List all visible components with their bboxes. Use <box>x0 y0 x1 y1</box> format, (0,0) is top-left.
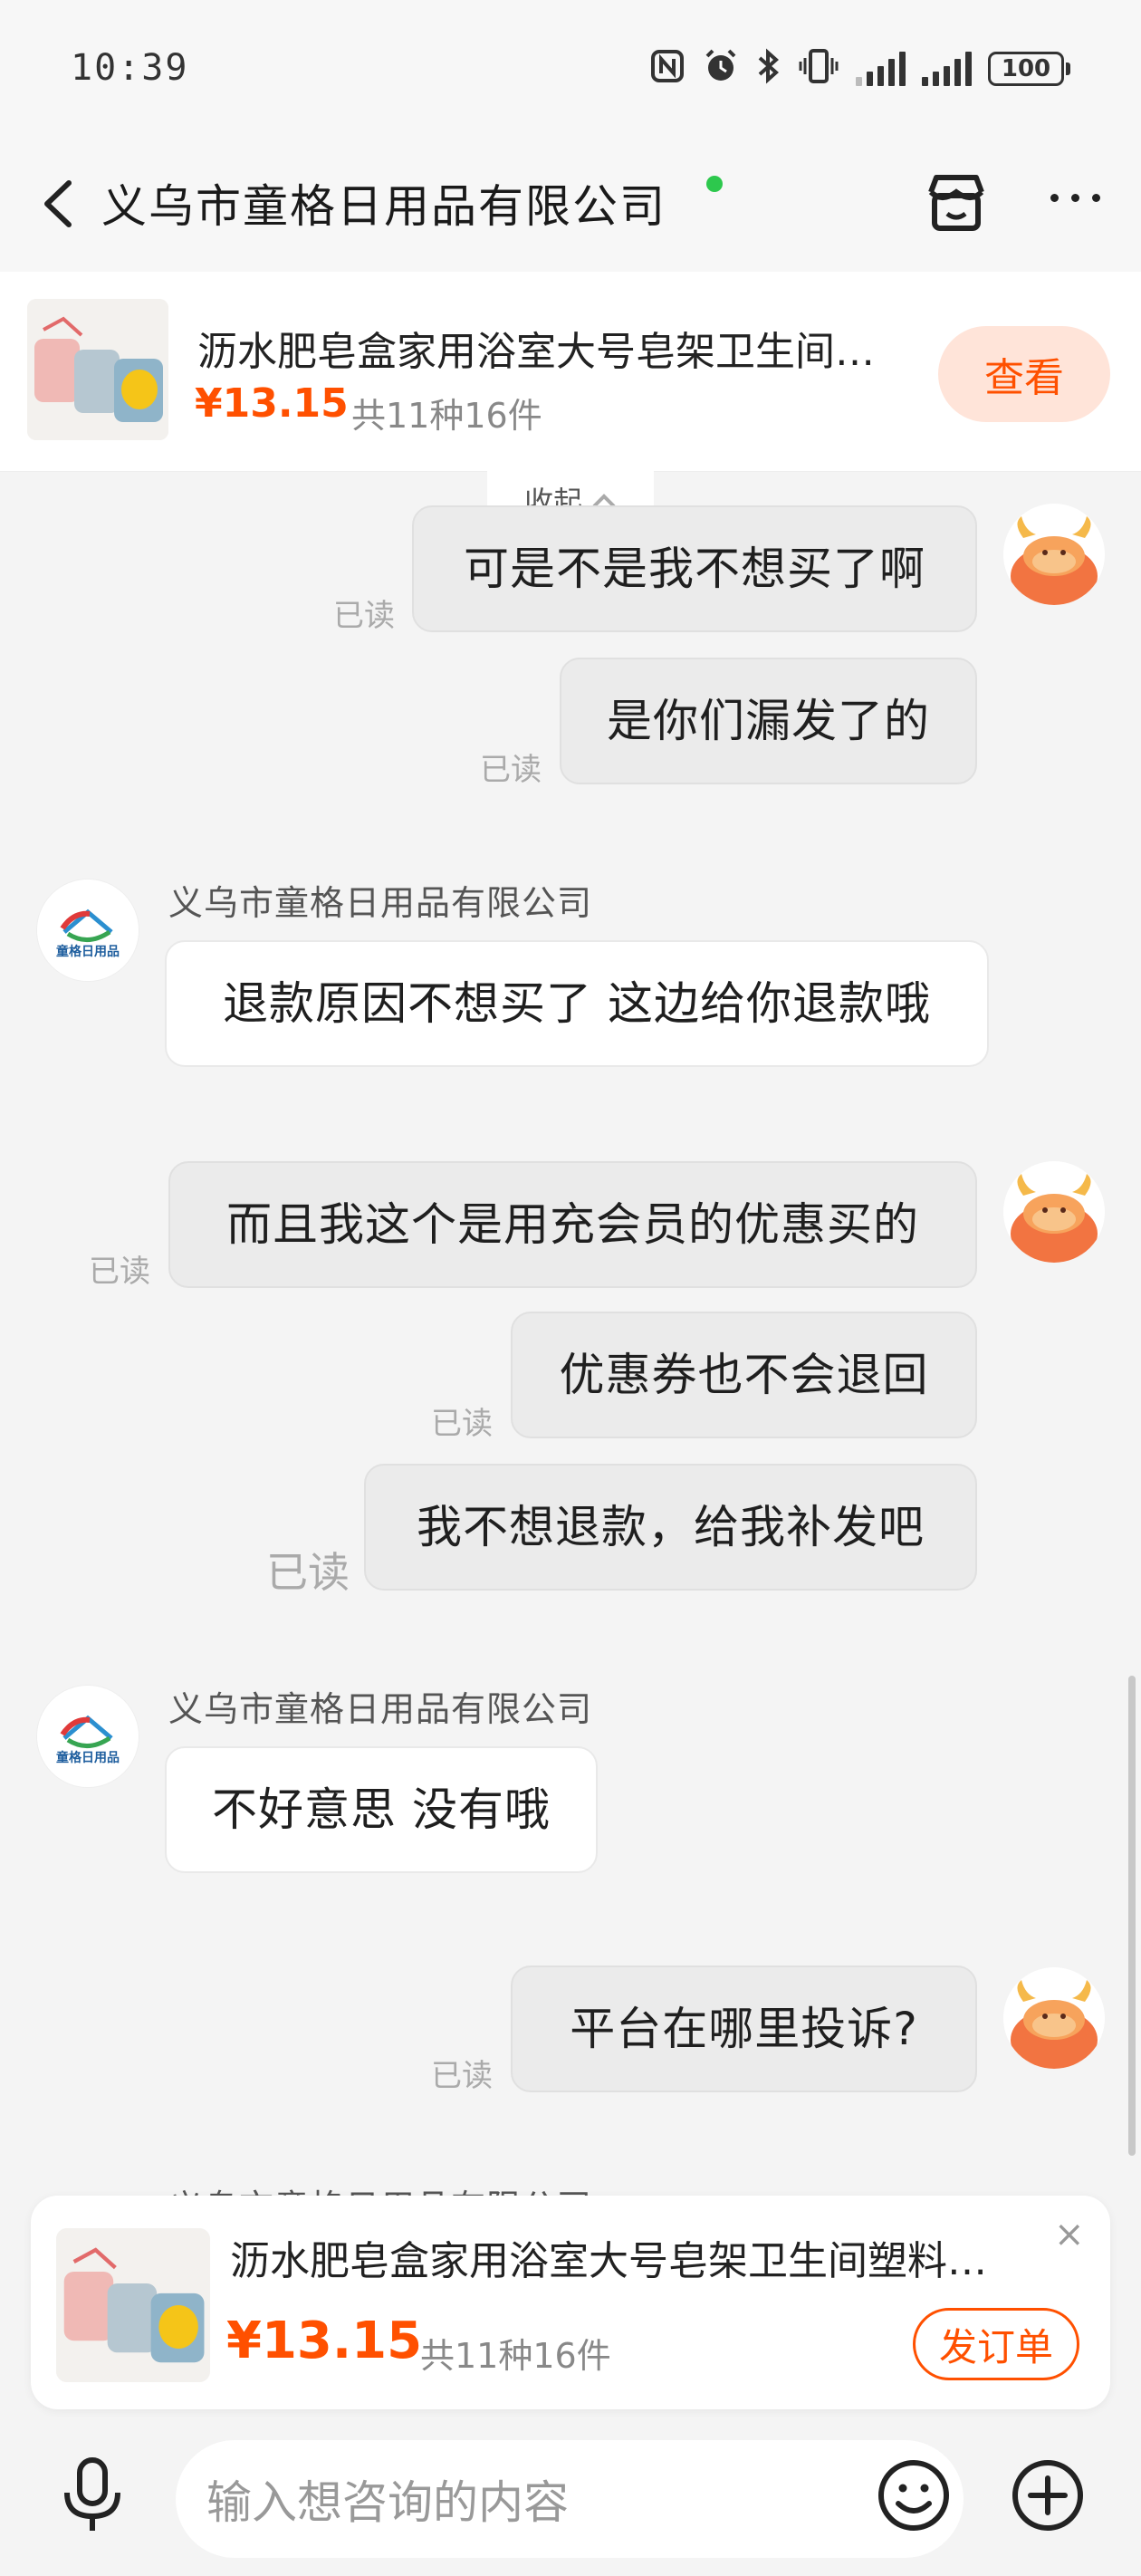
message-bubble[interactable]: 优惠券也不会退回 <box>511 1312 977 1438</box>
card-product-thumbnail[interactable] <box>56 2228 210 2382</box>
card-product-quantity: 共11种16件 <box>420 2336 611 2376</box>
read-status: 已读 <box>89 1254 150 1290</box>
product-name: 沥水肥皂盒家用浴室大号皂架卫生间… <box>197 329 875 375</box>
product-quantity: 共11种16件 <box>351 396 542 436</box>
avatar[interactable] <box>1003 504 1105 605</box>
page-title[interactable]: 义乌市童格日用品有限公司 <box>101 170 666 235</box>
message-bubble[interactable]: 可是不是我不想买了啊 <box>412 505 977 632</box>
product-card[interactable]: 沥水肥皂盒家用浴室大号皂架卫生间塑料… ¥13.15 共11种16件 × 发订单 <box>31 2196 1110 2409</box>
more-icon[interactable] <box>1050 194 1100 202</box>
avatar[interactable] <box>1003 1967 1105 2069</box>
vibrate-icon <box>798 47 839 91</box>
message-text: 我不想退款，给我补发吧 <box>417 1501 925 1553</box>
message-input[interactable]: 输入想咨询的内容 <box>176 2440 964 2558</box>
sender-name: 义乌市童格日用品有限公司 <box>168 883 593 923</box>
shop-logo-text: 童格日用品 <box>56 1750 120 1765</box>
message-text: 而且我这个是用充会员的优惠买的 <box>226 1198 919 1251</box>
view-product-button[interactable]: 查看 <box>938 326 1110 422</box>
message-bubble[interactable]: 我不想退款，给我补发吧 <box>364 1464 977 1591</box>
signal-icon <box>856 52 906 86</box>
read-status: 已读 <box>431 2058 493 2094</box>
input-bar: 输入想咨询的内容 <box>0 2427 1141 2576</box>
bluetooth-icon <box>756 47 781 91</box>
signal-icon <box>922 52 972 86</box>
read-status: 已读 <box>333 598 395 634</box>
microphone-icon[interactable] <box>56 2455 129 2536</box>
status-bar: 10:39 100 <box>0 0 1141 136</box>
message-text: 优惠券也不会退回 <box>559 1349 929 1401</box>
message-bubble[interactable]: 而且我这个是用充会员的优惠买的 <box>168 1161 977 1288</box>
battery-level: 100 <box>988 52 1064 86</box>
message-bubble[interactable]: 平台在哪里投诉? <box>511 1966 977 2092</box>
read-status: 已读 <box>431 1406 493 1442</box>
close-icon[interactable]: × <box>1054 2214 1085 2255</box>
card-product-price: ¥13.15 <box>226 2312 423 2370</box>
scrollbar[interactable] <box>1128 1676 1136 2156</box>
nfc-icon <box>649 48 686 90</box>
message-bubble[interactable]: 是你们漏发了的 <box>560 658 977 784</box>
message-text: 是你们漏发了的 <box>607 695 930 747</box>
shop-avatar[interactable]: 童格日用品 <box>36 1685 139 1788</box>
card-product-name: 沥水肥皂盒家用浴室大号皂架卫生间塑料… <box>230 2238 987 2284</box>
product-strip[interactable]: 沥水肥皂盒家用浴室大号皂架卫生间… ¥13.15 共11种16件 查看 <box>0 272 1141 472</box>
message-bubble[interactable]: 退款原因不想买了 这边给你退款哦 <box>165 940 989 1067</box>
sender-name: 义乌市童格日用品有限公司 <box>168 1689 593 1729</box>
battery-icon: 100 <box>988 52 1070 86</box>
chat-header: 义乌市童格日用品有限公司 <box>0 136 1141 272</box>
plus-icon[interactable] <box>1011 2458 1085 2533</box>
shop-avatar[interactable]: 童格日用品 <box>36 879 139 982</box>
send-order-button[interactable]: 发订单 <box>913 2308 1079 2380</box>
product-thumbnail[interactable] <box>27 299 168 440</box>
emoji-icon[interactable] <box>877 2458 951 2533</box>
read-status: 已读 <box>266 1548 350 1597</box>
message-text: 可是不是我不想买了啊 <box>464 543 925 595</box>
status-time: 10:39 <box>71 47 189 89</box>
store-icon[interactable] <box>924 170 989 235</box>
avatar[interactable] <box>1003 1161 1105 1263</box>
status-icons: 100 <box>649 47 1070 91</box>
product-price: ¥13.15 <box>195 380 349 427</box>
alarm-icon <box>702 47 740 91</box>
message-text: 平台在哪里投诉? <box>570 2003 918 2055</box>
message-bubble[interactable]: 不好意思 没有哦 <box>165 1746 598 1873</box>
shop-logo-text: 童格日用品 <box>56 944 120 959</box>
back-icon[interactable] <box>36 172 82 235</box>
message-text: 退款原因不想买了 这边给你退款哦 <box>223 977 931 1030</box>
online-status-dot <box>706 176 723 192</box>
message-text: 不好意思 没有哦 <box>212 1783 551 1836</box>
read-status: 已读 <box>480 752 542 788</box>
